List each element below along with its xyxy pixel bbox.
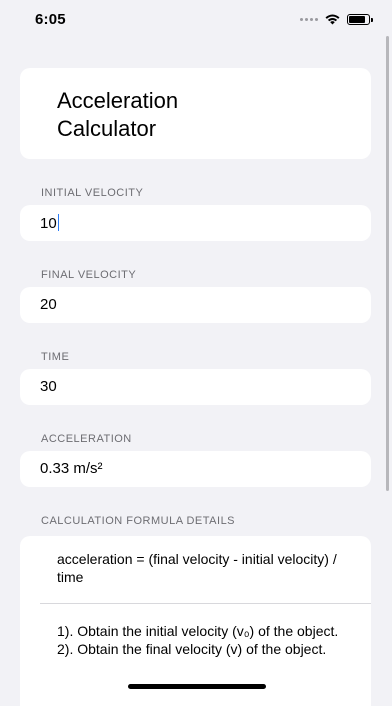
wifi-icon <box>325 14 340 25</box>
formula-step: 2). Obtain the final velocity (v) of the… <box>57 641 327 657</box>
final-velocity-value: 20 <box>40 296 57 313</box>
formula-card: acceleration = (final velocity - initial… <box>20 536 371 706</box>
battery-icon <box>347 13 373 25</box>
acceleration-value: 0.33 m/s² <box>40 460 103 477</box>
time-label: TIME <box>41 351 70 363</box>
title-card: Acceleration Calculator <box>20 68 371 159</box>
initial-velocity-field[interactable]: 10 <box>20 205 371 241</box>
status-time: 6:05 <box>35 11 66 28</box>
scrollbar[interactable] <box>386 36 389 491</box>
acceleration-label: ACCELERATION <box>41 433 132 445</box>
formula-steps: 1). Obtain the initial velocity (v₀) of … <box>57 622 347 658</box>
final-velocity-field[interactable]: 20 <box>20 287 371 323</box>
initial-velocity-label: INITIAL VELOCITY <box>41 187 144 199</box>
status-icons <box>300 13 373 25</box>
text-caret <box>57 214 60 231</box>
time-value: 30 <box>40 378 57 395</box>
time-field[interactable]: 30 <box>20 369 371 405</box>
status-bar: 6:05 <box>0 0 392 44</box>
page-title: Acceleration Calculator <box>57 88 179 141</box>
formula-equation: acceleration = (final velocity - initial… <box>57 551 337 585</box>
cellular-signal-icon <box>300 17 318 21</box>
formula-step: 1). Obtain the initial velocity (v₀) of … <box>57 623 339 639</box>
home-indicator[interactable] <box>128 684 266 689</box>
divider <box>40 603 371 604</box>
final-velocity-label: FINAL VELOCITY <box>41 269 137 281</box>
initial-velocity-value: 10 <box>40 215 57 232</box>
formula-details-label: CALCULATION FORMULA DETAILS <box>41 515 236 527</box>
acceleration-result-field: 0.33 m/s² <box>20 451 371 487</box>
